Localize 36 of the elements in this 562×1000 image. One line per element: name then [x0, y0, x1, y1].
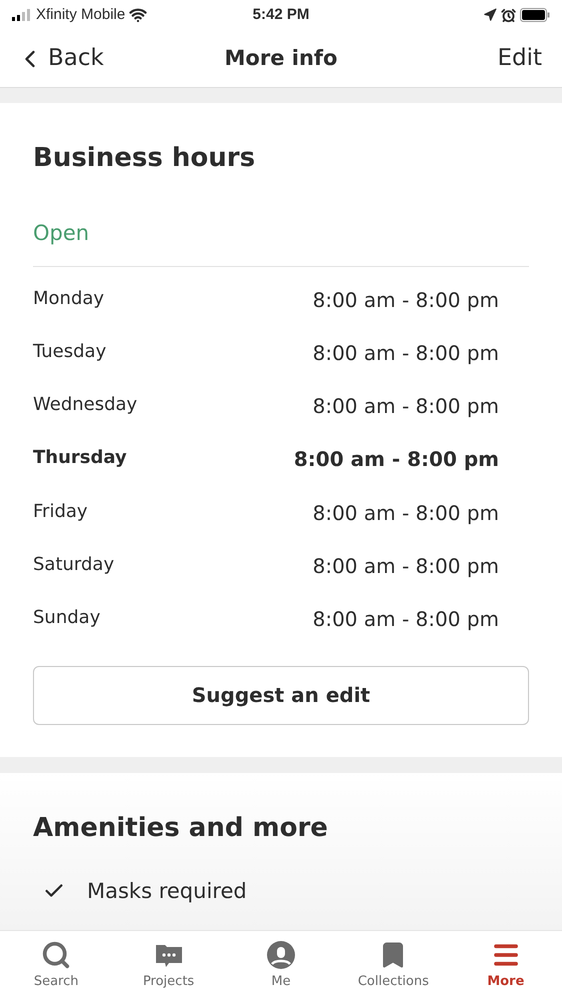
- day-label: Saturday: [33, 552, 114, 577]
- back-button[interactable]: Back: [16, 41, 136, 76]
- tab-bar-item[interactable]: More: [456, 940, 556, 992]
- day-label: Friday: [33, 500, 88, 524]
- suggest-edit-button[interactable]: Suggest an edit: [33, 666, 529, 725]
- hours-text: 8:00 am - 8:00 pm: [312, 606, 499, 634]
- location-icon: [482, 8, 497, 22]
- carrier-name: Xfinity Mobile: [36, 4, 126, 25]
- section-title: Amenities and more: [33, 812, 329, 845]
- wifi-icon: [129, 6, 148, 24]
- battery-icon: [520, 8, 550, 22]
- open-status: Open: [33, 221, 90, 245]
- alarm-icon: [500, 8, 516, 22]
- edit-button[interactable]: Edit: [426, 41, 546, 76]
- tab-bar-item[interactable]: Search: [6, 940, 106, 992]
- hours-text: 8:00 am - 8:00 pm: [312, 340, 499, 367]
- search-icon: [41, 940, 72, 970]
- day-label: Tuesday: [33, 340, 106, 364]
- profile-icon: [266, 940, 296, 970]
- tab-bar-item[interactable]: Projects: [118, 940, 219, 992]
- day-label: Monday: [33, 286, 104, 310]
- signal-icon: [12, 9, 32, 21]
- day-label: Wednesday: [33, 393, 138, 418]
- hours-text: 8:00 am - 8:00 pm: [312, 500, 499, 527]
- tab-bar-item[interactable]: Me: [230, 940, 331, 992]
- hours-text: 8:00 am - 8:00 pm: [312, 393, 499, 420]
- clock: 5:42 PM: [252, 4, 310, 25]
- hours-text: 8:00 am - 8:00 pm: [312, 286, 499, 314]
- page-title: More info: [224, 44, 338, 72]
- section-title: Business hours: [33, 142, 256, 175]
- tab-bar-item[interactable]: Collections: [343, 940, 444, 992]
- hours-text: 8:00 am - 8:00 pm: [312, 552, 499, 580]
- amenity-label: Masks required: [87, 878, 247, 905]
- day-label: Sunday: [33, 606, 100, 630]
- day-label: Thursday: [33, 446, 127, 470]
- hours-text: 8:00 am - 8:00 pm: [294, 446, 499, 474]
